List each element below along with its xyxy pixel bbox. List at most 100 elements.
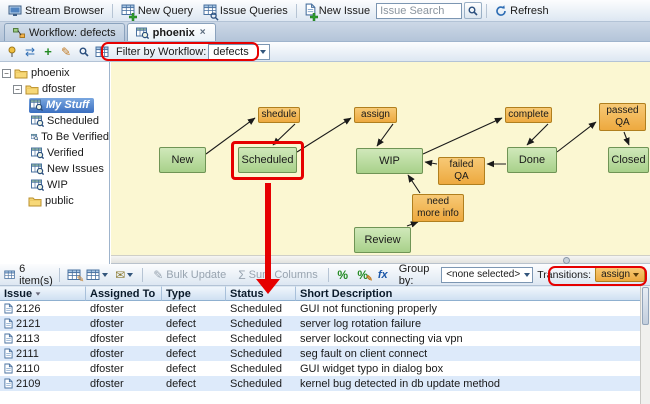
table-row[interactable]: 2121 dfoster defect Scheduled server log… — [0, 316, 640, 331]
tab-phoenix[interactable]: phoenix × — [127, 23, 216, 41]
percent-button[interactable]: % — [335, 267, 351, 283]
description-cell[interactable]: server log rotation failure — [296, 316, 640, 331]
state-done[interactable]: Done — [507, 147, 557, 173]
issue-search-input[interactable] — [376, 3, 462, 19]
edit-icon[interactable]: ✎ — [58, 44, 74, 60]
description-cell[interactable]: seg fault on client connect — [296, 346, 640, 361]
table-row[interactable]: 2109 dfoster defect Scheduled kernel bug… — [0, 376, 640, 391]
add-icon[interactable]: + — [40, 44, 56, 60]
send-email-button[interactable]: ✉ — [112, 267, 136, 283]
transition-complete[interactable]: complete — [505, 107, 552, 123]
state-review[interactable]: Review — [354, 227, 411, 253]
tree-item-wip[interactable]: WIP — [0, 177, 109, 193]
status-cell[interactable]: Scheduled — [226, 301, 296, 316]
table-vertical-scrollbar[interactable] — [640, 286, 650, 404]
issue-queries-button[interactable]: Issue Queries — [199, 2, 292, 20]
bulk-update-button[interactable]: ✎Bulk Update — [149, 268, 230, 282]
issue-queries-icon — [203, 3, 217, 19]
group-by-select[interactable]: <none selected> — [441, 267, 533, 283]
transition-assign-chip[interactable]: assign — [595, 267, 645, 282]
tree-item-to-be-verified[interactable]: To Be Verified — [0, 129, 109, 145]
tab-workflow-defects[interactable]: Workflow: defects — [4, 23, 125, 41]
state-new[interactable]: New — [159, 147, 206, 173]
issue-search-go-button[interactable] — [464, 2, 482, 19]
issue-cell[interactable]: 2109 — [0, 376, 86, 391]
type-cell[interactable]: defect — [162, 361, 226, 376]
issue-cell[interactable]: 2113 — [0, 331, 86, 346]
scrollbar-thumb[interactable] — [642, 287, 649, 325]
issue-cell[interactable]: 2110 — [0, 361, 86, 376]
search-icon[interactable] — [76, 44, 92, 60]
state-closed[interactable]: Closed — [608, 147, 649, 173]
status-cell[interactable]: Scheduled — [226, 331, 296, 346]
description-cell[interactable]: GUI widget typo in dialog box — [296, 361, 640, 376]
refresh-button[interactable]: Refresh — [491, 4, 553, 18]
column-header-short-description[interactable]: Short Description — [296, 286, 640, 301]
description-cell[interactable]: server lockout connecting via vpn — [296, 331, 640, 346]
column-header-type[interactable]: Type — [162, 286, 226, 301]
table-row[interactable]: 2111 dfoster defect Scheduled seg fault … — [0, 346, 640, 361]
collapse-icon[interactable]: − — [13, 85, 22, 94]
tree-item-my-stuff[interactable]: My Stuff — [0, 97, 109, 113]
state-wip[interactable]: WIP — [356, 148, 423, 174]
status-cell[interactable]: Scheduled — [226, 361, 296, 376]
transition-shedule[interactable]: shedule — [258, 107, 300, 123]
transition-passed-qa[interactable]: passed QA — [599, 103, 646, 131]
status-cell[interactable]: Scheduled — [226, 376, 296, 391]
formula-button[interactable]: fx — [375, 267, 391, 283]
column-header-status[interactable]: Status — [226, 286, 296, 301]
assigned-to-cell[interactable]: dfoster — [86, 376, 162, 391]
tab-close-icon[interactable]: × — [199, 28, 207, 38]
assigned-to-cell[interactable]: dfoster — [86, 301, 162, 316]
transition-assign[interactable]: assign — [354, 107, 397, 123]
workflow-filter-select[interactable]: defects — [208, 44, 270, 60]
refresh-icon — [495, 5, 507, 17]
column-header-issue[interactable]: Issue — [0, 286, 86, 301]
stream-browser-button[interactable]: Stream Browser — [4, 4, 108, 18]
tree-item-public[interactable]: public — [0, 193, 109, 209]
table-row[interactable]: 2110 dfoster defect Scheduled GUI widget… — [0, 361, 640, 376]
new-query-button[interactable]: New Query — [117, 2, 197, 20]
issue-cell[interactable]: 2121 — [0, 316, 86, 331]
description-cell[interactable]: GUI not functioning properly — [296, 301, 640, 316]
assigned-to-cell[interactable]: dfoster — [86, 346, 162, 361]
assigned-to-cell[interactable]: dfoster — [86, 316, 162, 331]
results-toolbar: 6 item(s) ✎ ✉ ✎Bulk Update ΣSum Columns … — [0, 264, 650, 286]
table-view-icon[interactable] — [94, 44, 110, 60]
table-row[interactable]: 2113 dfoster defect Scheduled server loc… — [0, 331, 640, 346]
scrollbar-thumb[interactable] — [563, 257, 570, 264]
edit-table-button[interactable]: ✎ — [66, 267, 82, 283]
tree-item-verified[interactable]: Verified — [0, 145, 109, 161]
table-row[interactable]: 2126 dfoster defect Scheduled GUI not fu… — [0, 301, 640, 316]
tree-item-phoenix[interactable]: − phoenix — [0, 65, 109, 81]
new-issue-button[interactable]: New Issue — [301, 2, 374, 20]
pin-icon[interactable] — [4, 44, 20, 60]
transition-failed-qa[interactable]: failed QA — [438, 157, 485, 185]
columns-dropdown-button[interactable] — [86, 267, 108, 283]
stream-browser-icon — [8, 5, 22, 17]
assigned-to-cell[interactable]: dfoster — [86, 361, 162, 376]
type-cell[interactable]: defect — [162, 376, 226, 391]
selected-tree-item[interactable]: My Stuff — [29, 98, 94, 113]
description-cell[interactable]: kernel bug detected in db update method — [296, 376, 640, 391]
issue-cell[interactable]: 2111 — [0, 346, 86, 361]
type-cell[interactable]: defect — [162, 316, 226, 331]
type-cell[interactable]: defect — [162, 301, 226, 316]
status-cell[interactable]: Scheduled — [226, 316, 296, 331]
tree-item-scheduled[interactable]: Scheduled — [0, 113, 109, 129]
type-cell[interactable]: defect — [162, 346, 226, 361]
type-cell[interactable]: defect — [162, 331, 226, 346]
collapse-icon[interactable]: − — [2, 69, 11, 78]
tree-item-new-issues[interactable]: New Issues — [0, 161, 109, 177]
percent-edit-button[interactable]: %✎ — [355, 267, 371, 283]
swap-arrows-icon[interactable]: ⇄ — [22, 44, 38, 60]
issue-cell[interactable]: 2126 — [0, 301, 86, 316]
column-header-assigned-to[interactable]: Assigned To — [86, 286, 162, 301]
status-cell[interactable]: Scheduled — [226, 346, 296, 361]
diagram-hscrollbar[interactable] — [111, 255, 650, 264]
transition-need-more-info[interactable]: need more info — [412, 194, 464, 222]
sum-columns-button[interactable]: ΣSum Columns — [234, 268, 322, 282]
assigned-to-cell[interactable]: dfoster — [86, 331, 162, 346]
state-scheduled[interactable]: Scheduled — [238, 147, 297, 173]
tree-item-dfoster[interactable]: − dfoster — [0, 81, 109, 97]
